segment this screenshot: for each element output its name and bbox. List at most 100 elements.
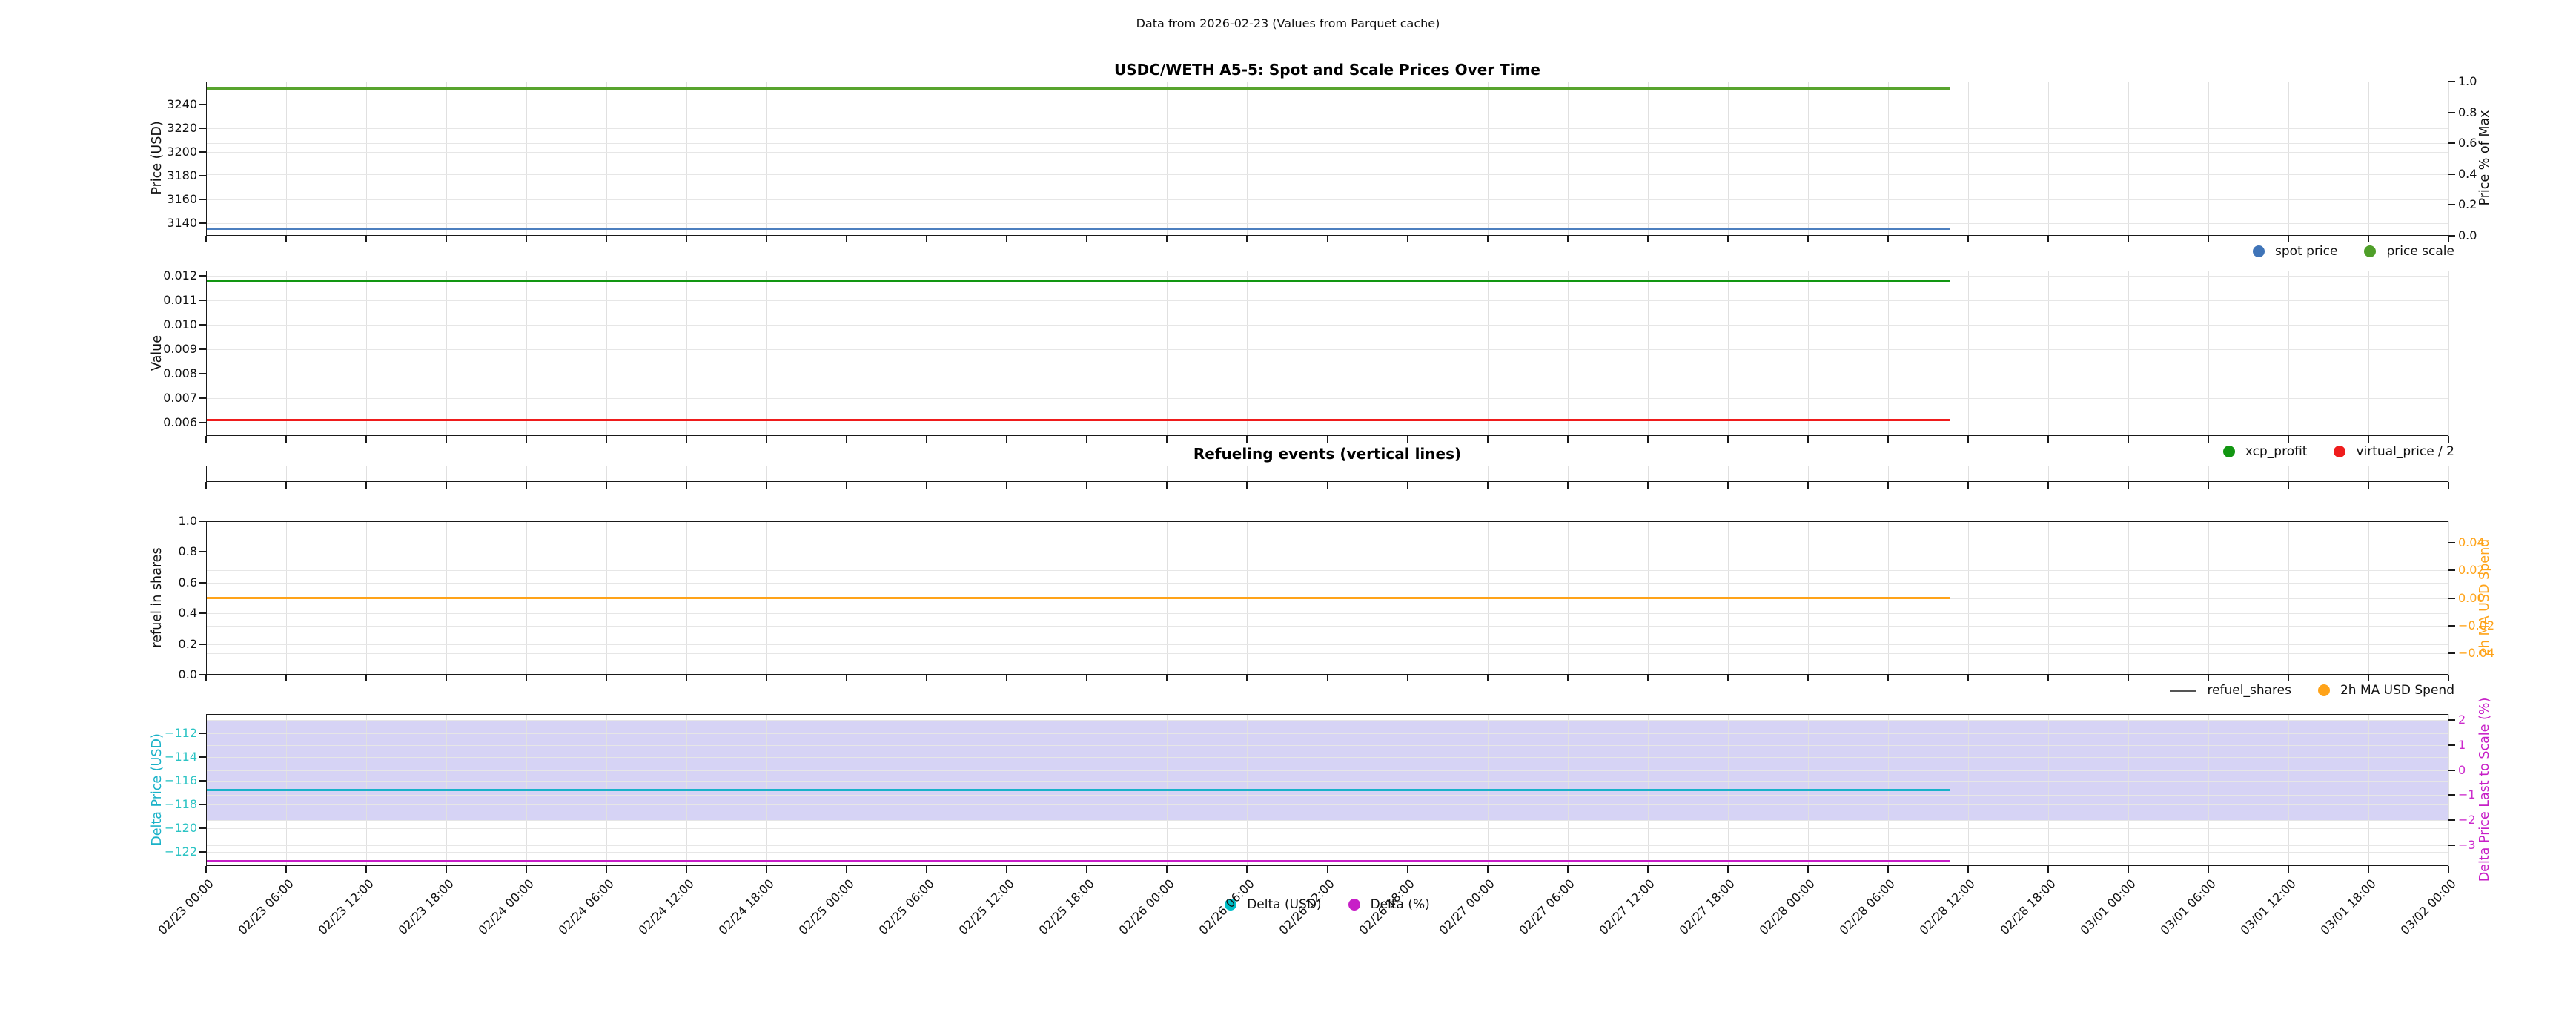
y-tick-mark (2448, 542, 2455, 543)
x-tick-mark (1327, 236, 1328, 242)
y-tick-mark (199, 422, 206, 423)
x-tick-mark (1967, 866, 1969, 873)
x-tick-mark (1887, 482, 1889, 489)
y-tick-label: 0.6 (42, 575, 197, 590)
x-tick-mark (2208, 482, 2209, 489)
x-tick-mark (1086, 866, 1087, 873)
y-tick-mark (2448, 819, 2455, 821)
y-tick-mark (2448, 744, 2455, 746)
x-tick-mark (1246, 675, 1248, 681)
x-tick-mark (1807, 236, 1809, 242)
x-tick-mark (1887, 675, 1889, 681)
x-tick-mark (1487, 675, 1489, 681)
y-tick-label: −122 (42, 845, 197, 859)
x-tick-mark (846, 236, 847, 242)
y-tick-mark (199, 222, 206, 224)
y-tick-label: 1.0 (42, 514, 197, 529)
y-tick-label: 0.6 (2458, 136, 2576, 151)
plot-frame (206, 466, 2448, 482)
y-tick-mark (199, 397, 206, 399)
y-tick-mark (199, 582, 206, 584)
x-tick-mark (446, 236, 447, 242)
y-axis-label-left: Delta Price (USD) (150, 678, 165, 901)
x-tick-mark (766, 675, 767, 681)
x-tick-mark (1487, 436, 1489, 443)
y-tick-label: 3220 (42, 121, 197, 136)
x-tick-mark (1567, 866, 1569, 873)
y-tick-mark (199, 674, 206, 675)
x-tick-mark (1006, 236, 1007, 242)
subplot-title: Refueling events (vertical lines) (206, 445, 2448, 463)
y-tick-mark (2448, 569, 2455, 571)
x-tick-mark (1327, 482, 1328, 489)
y-tick-label: 0 (2458, 763, 2576, 778)
x-tick-mark (2368, 482, 2369, 489)
y-tick-label: 3140 (42, 216, 197, 231)
y-tick-mark (199, 104, 206, 105)
x-tick-mark (1166, 482, 1168, 489)
x-tick-mark (846, 482, 847, 489)
legend-item: refuel_shares (2170, 683, 2291, 698)
x-tick-mark (1567, 436, 1569, 443)
x-tick-mark (2128, 675, 2129, 681)
x-tick-mark (846, 866, 847, 873)
y-tick-mark (2448, 652, 2455, 654)
x-tick-mark (1887, 236, 1889, 242)
y-tick-mark (199, 521, 206, 522)
x-tick-mark (2448, 675, 2449, 681)
x-tick-mark (926, 436, 927, 443)
x-tick-mark (1487, 236, 1489, 242)
y-tick-mark (199, 851, 206, 853)
x-tick-mark (1887, 436, 1889, 443)
x-tick-mark (2208, 236, 2209, 242)
x-tick-mark (526, 866, 527, 873)
y-tick-label: 0.012 (42, 268, 197, 283)
plot-frame (206, 82, 2448, 236)
legend-dot-swatch (1348, 899, 1360, 911)
x-tick-mark (2368, 436, 2369, 443)
gridline (2448, 466, 2449, 482)
x-tick-mark (926, 866, 927, 873)
legend-label: 2h MA USD Spend (2340, 683, 2454, 698)
x-tick-mark (1647, 236, 1649, 242)
y-tick-mark (2448, 845, 2455, 846)
x-tick-mark (1246, 236, 1248, 242)
x-tick-mark (2448, 236, 2449, 242)
x-tick-mark (1647, 482, 1649, 489)
x-tick-mark (365, 436, 367, 443)
x-tick-mark (1006, 436, 1007, 443)
x-tick-mark (2288, 236, 2289, 242)
gridline (2448, 271, 2449, 436)
y-tick-label: 2 (2458, 713, 2576, 727)
x-tick-mark (365, 482, 367, 489)
y-tick-label: 0.8 (42, 544, 197, 559)
y-tick-mark (199, 827, 206, 829)
y-tick-mark (199, 644, 206, 645)
x-tick-mark (1727, 236, 1729, 242)
y-tick-mark (199, 373, 206, 374)
x-tick-mark (926, 482, 927, 489)
y-tick-mark (2448, 174, 2455, 175)
x-tick-mark (1086, 436, 1087, 443)
x-tick-mark (1086, 236, 1087, 242)
x-tick-mark (1407, 482, 1408, 489)
x-tick-mark (285, 675, 287, 681)
x-tick-mark (2208, 675, 2209, 681)
x-tick-mark (2128, 236, 2129, 242)
y-tick-label: 3200 (42, 145, 197, 159)
legend-item: 2h MA USD Spend (2318, 683, 2454, 698)
y-tick-label: −0.04 (2458, 646, 2576, 661)
x-tick-mark (686, 436, 687, 443)
x-tick-mark (2448, 482, 2449, 489)
x-tick-mark (2047, 866, 2049, 873)
y-tick-mark (2448, 598, 2455, 599)
y-tick-mark (199, 804, 206, 805)
x-tick-mark (846, 436, 847, 443)
y-tick-mark (2448, 794, 2455, 796)
x-tick-mark (2208, 436, 2209, 443)
y-tick-label: 0.008 (42, 366, 197, 381)
x-tick-mark (1006, 675, 1007, 681)
y-tick-mark (2448, 142, 2455, 144)
x-tick-mark (1166, 236, 1168, 242)
x-tick-mark (686, 675, 687, 681)
